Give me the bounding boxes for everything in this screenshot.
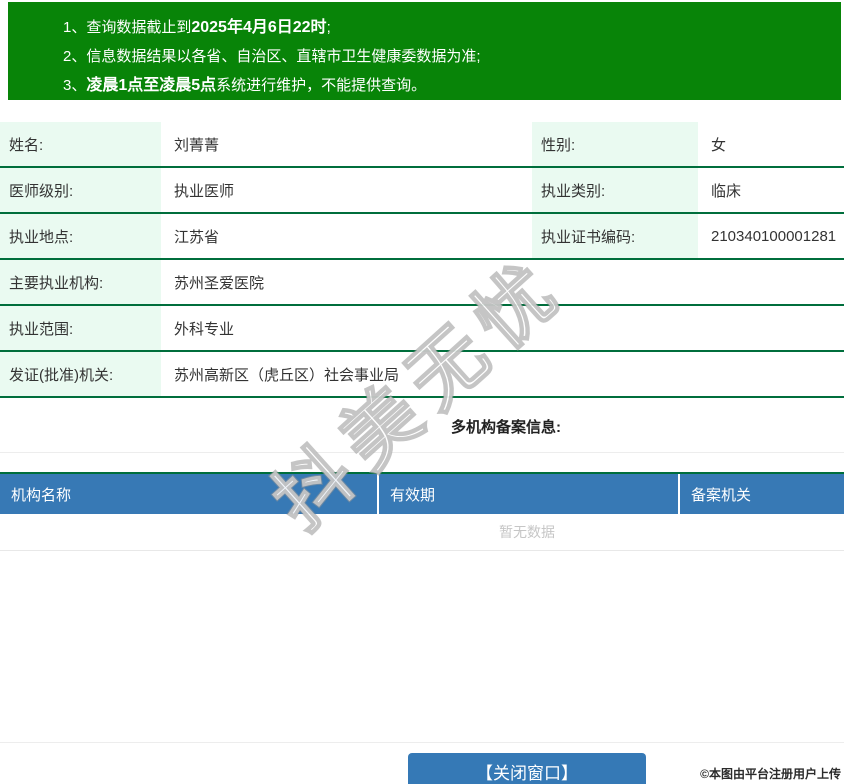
column-header-institution-name: 机构名称 bbox=[11, 486, 72, 504]
practice-scope-label: 执业范围: bbox=[0, 306, 161, 350]
close-window-button[interactable]: 【关闭窗口】 bbox=[408, 753, 646, 784]
issuing-authority-label: 发证(批准)机关: bbox=[0, 352, 161, 396]
notice-1-bold-text: 2025年4月6日22时 bbox=[191, 19, 327, 36]
empty-data-message: 暂无数据 bbox=[0, 514, 844, 551]
certificate-number-value: 210340100001281 bbox=[698, 214, 844, 258]
notice-2-number: 2、 bbox=[63, 48, 87, 65]
practice-location-label: 执业地点: bbox=[0, 214, 161, 258]
name-value: 刘菁菁 bbox=[161, 122, 532, 166]
doctor-level-label: 医师级别: bbox=[0, 168, 161, 212]
certificate-number-label: 执业证书编码: bbox=[532, 214, 698, 258]
notice-line-2: 2、信息数据结果以各省、自治区、直辖市卫生健康委数据为准; bbox=[63, 42, 841, 71]
column-header-filing-authority: 备案机关 bbox=[678, 474, 844, 514]
notice-3-bold-text: 凌晨1点至凌晨5点 bbox=[86, 77, 217, 94]
gender-value: 女 bbox=[698, 122, 844, 166]
notice-line-1: 1、查询数据截止到2025年4月6日22时; bbox=[63, 13, 841, 42]
copyright-notice: ©本图由平台注册用户上传 bbox=[700, 767, 841, 781]
practice-category-label: 执业类别: bbox=[532, 168, 698, 212]
gender-label: 性别: bbox=[532, 122, 698, 166]
footer-bar: 【关闭窗口】 ©本图由平台注册用户上传 bbox=[0, 742, 844, 784]
notice-3-suffix: 系统进行维护，不能提供查询。 bbox=[216, 77, 427, 94]
notice-1-number: 1、 bbox=[63, 19, 87, 36]
practice-scope-value: 外科专业 bbox=[161, 306, 844, 350]
filing-table: 机构名称 有效期 备案机关 暂无数据 bbox=[0, 472, 844, 551]
practice-category-value: 临床 bbox=[698, 168, 844, 212]
name-label: 姓名: bbox=[0, 122, 161, 166]
notice-banner: 1、查询数据截止到2025年4月6日22时; 2、信息数据结果以各省、自治区、直… bbox=[8, 2, 841, 100]
doctor-level-value: 执业医师 bbox=[161, 168, 532, 212]
filing-table-header: 机构名称 有效期 备案机关 bbox=[0, 472, 844, 514]
practice-location-value: 江苏省 bbox=[161, 214, 532, 258]
issuing-authority-value: 苏州高新区（虎丘区）社会事业局 bbox=[161, 352, 844, 396]
table-row-level-category: 医师级别: 执业医师 执业类别: 临床 bbox=[0, 168, 844, 214]
main-institution-value: 苏州圣爱医院 bbox=[161, 260, 844, 304]
notice-1-text: 查询数据截止到 bbox=[86, 19, 192, 36]
filing-heading-text: 多机构备案信息: bbox=[451, 418, 561, 436]
column-header-validity-period: 有效期 bbox=[377, 474, 678, 514]
table-row-name-gender: 姓名: 刘菁菁 性别: 女 bbox=[0, 122, 844, 168]
main-institution-label: 主要执业机构: bbox=[0, 260, 161, 304]
table-row-issuing-authority: 发证(批准)机关: 苏州高新区（虎丘区）社会事业局 bbox=[0, 352, 844, 398]
physician-detail-table: 姓名: 刘菁菁 性别: 女 医师级别: 执业医师 执业类别: 临床 执业地点: … bbox=[0, 122, 844, 398]
notice-2-text: 信息数据结果以各省、自治区、直辖市卫生健康委数据为准; bbox=[86, 48, 481, 65]
notice-line-3: 3、凌晨1点至凌晨5点系统进行维护，不能提供查询。 bbox=[63, 71, 841, 100]
filing-section-heading: 多机构备案信息: bbox=[0, 400, 844, 453]
notice-1-suffix: ; bbox=[326, 19, 331, 36]
table-row-main-institution: 主要执业机构: 苏州圣爱医院 bbox=[0, 260, 844, 306]
notice-3-number: 3、 bbox=[63, 77, 87, 94]
table-row-location-certificate: 执业地点: 江苏省 执业证书编码: 210340100001281 bbox=[0, 214, 844, 260]
license-query-result-page: 1、查询数据截止到2025年4月6日22时; 2、信息数据结果以各省、自治区、直… bbox=[0, 0, 844, 784]
table-row-practice-scope: 执业范围: 外科专业 bbox=[0, 306, 844, 352]
